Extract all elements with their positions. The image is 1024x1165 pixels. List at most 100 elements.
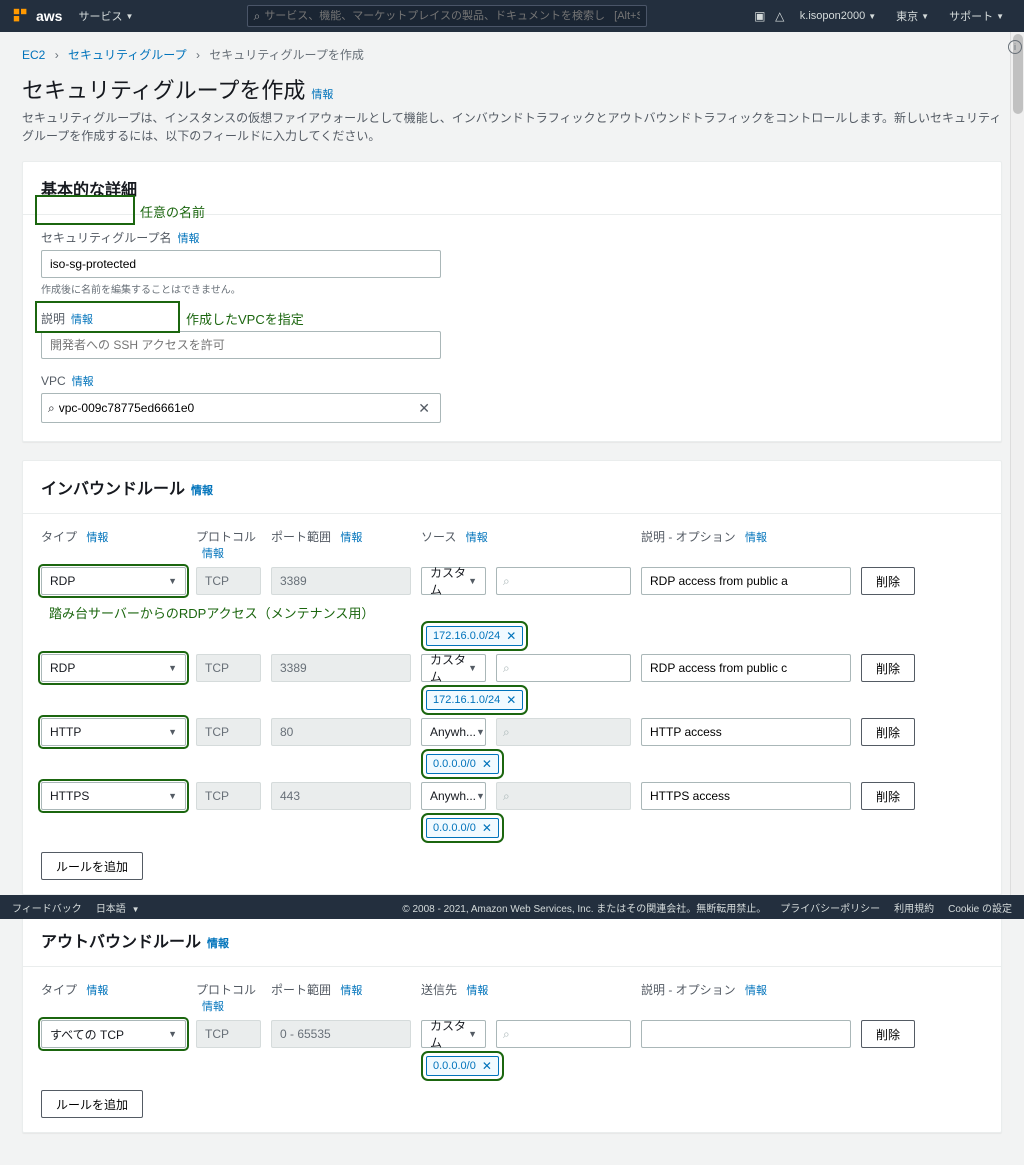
rule-desc-input[interactable] [641, 654, 851, 682]
info-link[interactable]: 情報 [340, 532, 362, 544]
caret-down-icon: ▼ [168, 576, 177, 586]
rule-desc-input[interactable] [641, 1020, 851, 1048]
clear-icon[interactable]: ✕ [414, 400, 434, 417]
search-icon: ⌕ [254, 9, 261, 24]
info-link[interactable]: 情報 [178, 230, 200, 246]
protocol-readonly: TCP [196, 1020, 261, 1048]
source-search[interactable]: ⌕ [496, 1020, 631, 1048]
delete-rule-button[interactable]: 削除 [861, 567, 915, 595]
delete-rule-button[interactable]: 削除 [861, 718, 915, 746]
info-link[interactable]: 情報 [191, 482, 213, 498]
cloudshell-icon[interactable]: ▣ [752, 8, 768, 24]
type-select[interactable]: すべての TCP▼ [41, 1020, 186, 1048]
type-select[interactable]: RDP▼ [41, 654, 186, 682]
caret-down-icon: ▼ [476, 727, 485, 737]
sg-name-input[interactable] [41, 250, 441, 278]
info-link[interactable]: 情報 [202, 1001, 224, 1013]
nav-search-input[interactable] [264, 10, 639, 22]
lang-select[interactable]: 日本語 ▼ [96, 900, 140, 915]
source-select[interactable]: カスタム▼ [421, 567, 486, 595]
port-readonly: 0 - 65535 [271, 1020, 411, 1048]
inbound-heading: インバウンドルール [41, 475, 185, 499]
chevron-right-icon: › [196, 48, 200, 62]
copyright: © 2008 - 2021, Amazon Web Services, Inc.… [402, 900, 766, 915]
breadcrumb-sg[interactable]: セキュリティグループ [68, 48, 187, 62]
info-link[interactable]: 情報 [207, 935, 229, 951]
chip-row: 172.16.1.0/24✕ [426, 690, 983, 710]
search-icon: ⌕ [503, 1027, 510, 1042]
aws-logo[interactable]: aws [36, 8, 62, 24]
source-select[interactable]: カスタム▼ [421, 654, 486, 682]
cookie-link[interactable]: Cookie の設定 [948, 900, 1012, 915]
delete-rule-button[interactable]: 削除 [861, 1020, 915, 1048]
col-type: タイプ [41, 983, 77, 997]
info-link[interactable]: 情報 [86, 985, 108, 997]
info-link[interactable]: 情報 [340, 985, 362, 997]
desc-input[interactable] [41, 331, 441, 359]
info-icon[interactable]: i [1008, 40, 1022, 54]
sg-name-hint: 作成後に名前を編集することはできません。 [41, 281, 983, 296]
delete-rule-button[interactable]: 削除 [861, 654, 915, 682]
port-readonly: 3389 [271, 654, 411, 682]
protocol-readonly: TCP [196, 654, 261, 682]
vpc-input[interactable] [59, 401, 415, 415]
delete-rule-button[interactable]: 削除 [861, 782, 915, 810]
terms-link[interactable]: 利用規約 [894, 900, 934, 915]
page-desc: セキュリティグループは、インスタンスの仮想ファイアウォールとして機能し、インバウ… [22, 109, 1002, 145]
chip-row: 0.0.0.0/0✕ [426, 818, 983, 838]
rule-desc-input[interactable] [641, 567, 851, 595]
nav-search[interactable]: ⌕ [247, 5, 647, 27]
scrollbar[interactable] [1010, 32, 1024, 895]
notifications-icon[interactable]: △ [772, 8, 788, 24]
top-nav: aws サービス▼ ⌕ ▣ △ k.isopon2000▼ 東京▼ サポート▼ [0, 0, 1024, 32]
source-select[interactable]: Anywh...▼ [421, 718, 486, 746]
source-select[interactable]: カスタム▼ [421, 1020, 486, 1048]
source-search[interactable]: ⌕ [496, 654, 631, 682]
services-menu[interactable]: サービス▼ [70, 8, 141, 24]
account-menu[interactable]: k.isopon2000▼ [792, 10, 884, 22]
chip-row: 0.0.0.0/0✕ [426, 754, 983, 774]
type-select[interactable]: HTTPS▼ [41, 782, 186, 810]
region-menu[interactable]: 東京▼ [888, 8, 937, 24]
info-link[interactable]: 情報 [466, 985, 488, 997]
feedback-link[interactable]: フィードバック [12, 900, 82, 915]
outbound-heading: アウトバウンドルール [41, 928, 201, 952]
remove-chip-icon[interactable]: ✕ [506, 693, 516, 707]
info-link[interactable]: 情報 [466, 532, 488, 544]
remove-chip-icon[interactable]: ✕ [506, 629, 516, 643]
caret-down-icon: ▼ [468, 576, 477, 586]
aws-logo-icon[interactable] [12, 7, 30, 25]
type-select[interactable]: HTTP▼ [41, 718, 186, 746]
info-link[interactable]: 情報 [311, 86, 333, 102]
rule-desc-input[interactable] [641, 782, 851, 810]
source-select[interactable]: Anywh...▼ [421, 782, 486, 810]
main-content: EC2 › セキュリティグループ › セキュリティグループを作成 セキュリティグ… [0, 32, 1024, 1165]
add-inbound-rule-button[interactable]: ルールを追加 [41, 852, 143, 880]
remove-chip-icon[interactable]: ✕ [482, 821, 492, 835]
cidr-chip: 172.16.0.0/24✕ [426, 626, 523, 646]
breadcrumb-ec2[interactable]: EC2 [22, 48, 45, 62]
col-type: タイプ [41, 530, 77, 544]
privacy-link[interactable]: プライバシーポリシー [780, 900, 880, 915]
source-search: ⌕ [496, 718, 631, 746]
support-menu[interactable]: サポート▼ [941, 8, 1012, 24]
protocol-readonly: TCP [196, 782, 261, 810]
remove-chip-icon[interactable]: ✕ [482, 1059, 492, 1073]
info-link[interactable]: 情報 [72, 373, 94, 389]
info-link[interactable]: 情報 [745, 532, 767, 544]
info-link[interactable]: 情報 [71, 311, 93, 327]
add-outbound-rule-button[interactable]: ルールを追加 [41, 1090, 143, 1118]
rule-desc-input[interactable] [641, 718, 851, 746]
annotation-text: 作成したVPCを指定 [186, 309, 304, 328]
source-search[interactable]: ⌕ [496, 567, 631, 595]
col-protocol: プロトコル [196, 983, 256, 997]
desc-label: 説明 [41, 310, 65, 327]
nav-search-wrap: ⌕ [141, 5, 751, 27]
info-link[interactable]: 情報 [745, 985, 767, 997]
info-link[interactable]: 情報 [86, 532, 108, 544]
caret-down-icon: ▼ [168, 727, 177, 737]
info-link[interactable]: 情報 [202, 548, 224, 560]
type-select[interactable]: RDP▼ [41, 567, 186, 595]
remove-chip-icon[interactable]: ✕ [482, 757, 492, 771]
vpc-select[interactable]: ⌕ ✕ [41, 393, 441, 423]
